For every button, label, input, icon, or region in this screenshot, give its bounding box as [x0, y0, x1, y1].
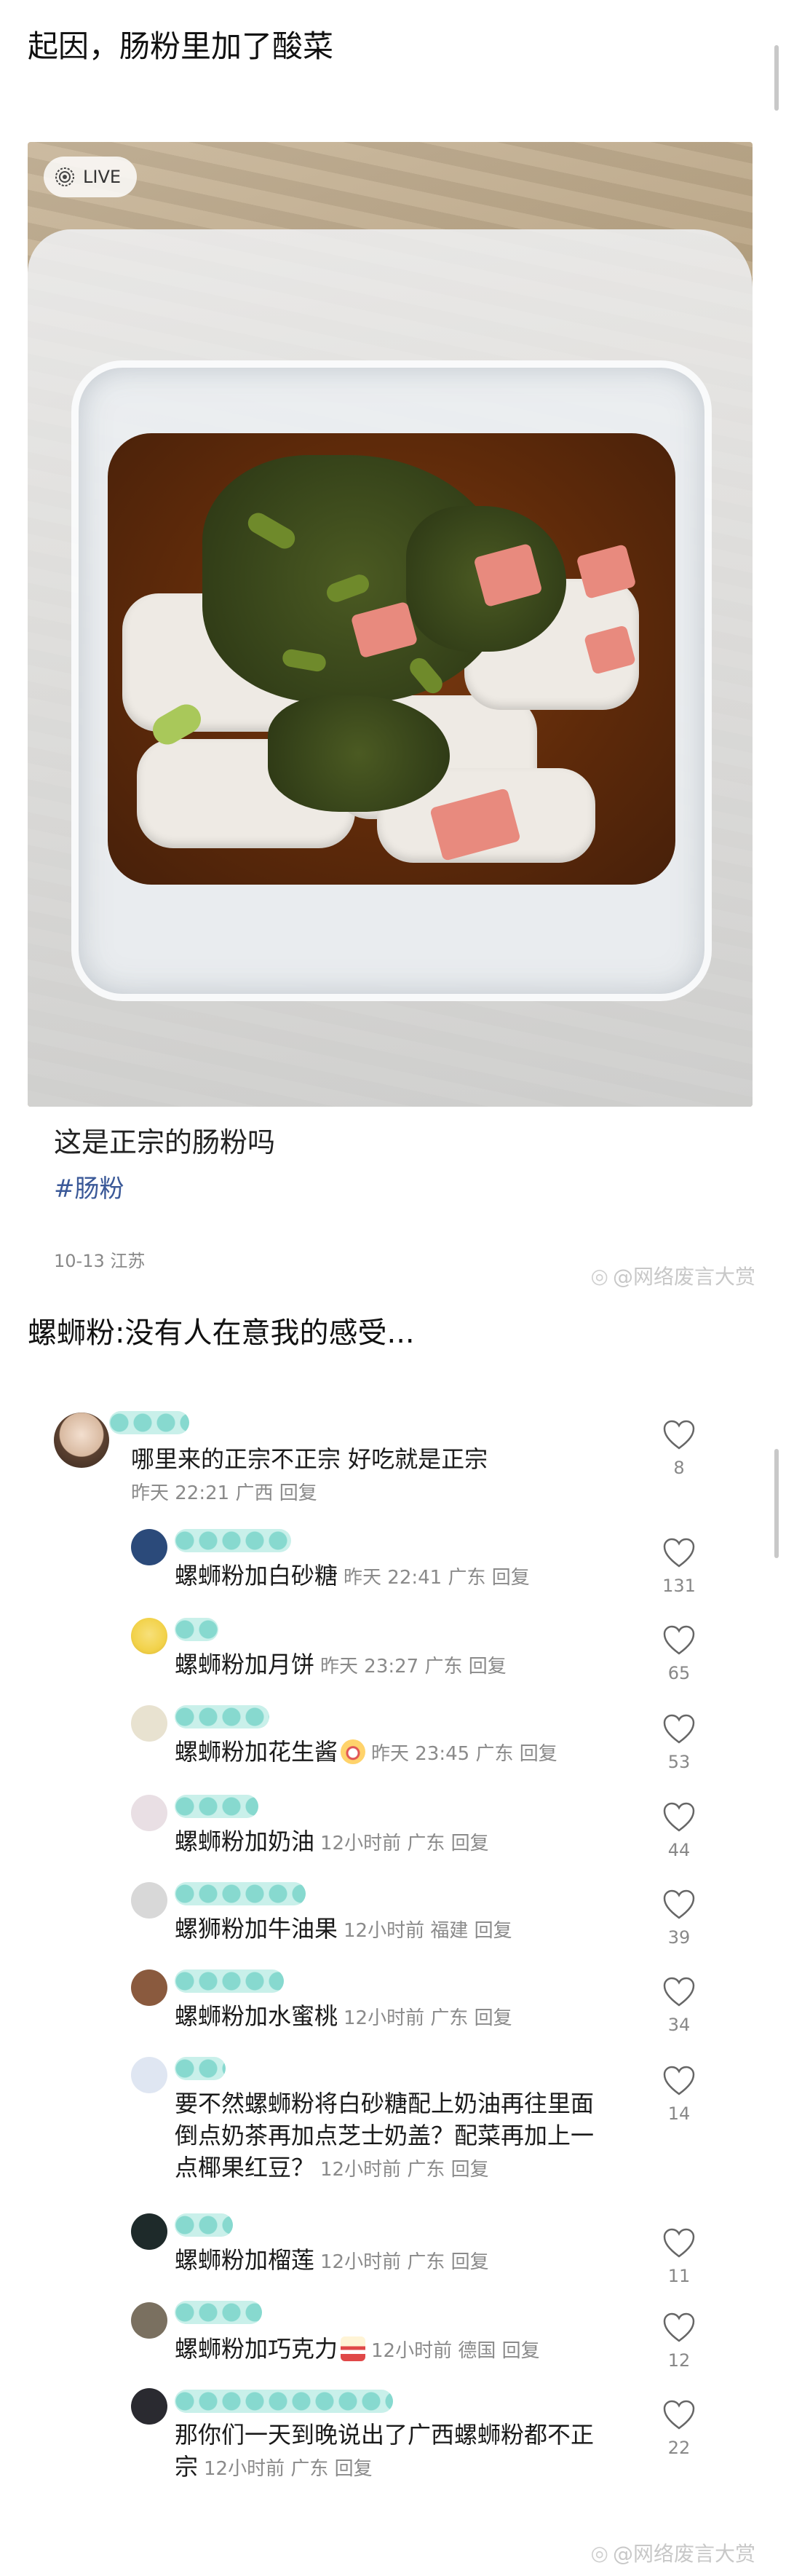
live-label: LIVE [83, 167, 122, 187]
heart-outline-icon[interactable] [662, 2228, 696, 2259]
comment-text: 哪里来的正宗不正宗 好吃就是正宗 [131, 1445, 488, 1473]
avatar[interactable] [131, 1969, 167, 2006]
reply-meta[interactable]: 12小时前 广东 回复 [320, 2251, 489, 2273]
heart-outline-icon[interactable] [662, 1538, 696, 1568]
scrollbar-comments[interactable] [774, 1449, 779, 1558]
heart-outline-icon[interactable] [662, 1625, 696, 1656]
reply-body: 螺蛳粉加榴莲 [175, 2246, 315, 2274]
reply-body-line: 那你们一天到晚说出了广西螺蛳粉都不正 [175, 2421, 595, 2449]
reply-text: 螺蛳粉加月饼 昨天 23:27 广东 回复 [175, 1648, 507, 1683]
weibo-icon: ◎ [590, 1263, 608, 1288]
reply-meta[interactable]: 12小时前 福建 回复 [344, 1920, 512, 1942]
avatar[interactable] [131, 2213, 167, 2250]
like-count: 34 [667, 2015, 691, 2035]
username-redacted[interactable] [109, 1411, 189, 1434]
username-redacted[interactable] [175, 2057, 226, 2080]
heart-outline-icon[interactable] [662, 1889, 696, 1920]
reply-body: 螺蛳粉加水蜜桃 [175, 2002, 338, 2030]
reply-body-line: 点椰果红豆？ [175, 2154, 315, 2181]
scared-face-emoji-icon [341, 1739, 366, 1764]
username-redacted[interactable] [175, 1618, 218, 1641]
section-title: 螺蛳粉:没有人在意我的感受... [28, 1316, 415, 1350]
heart-outline-icon[interactable] [662, 1714, 696, 1745]
reply-meta[interactable]: 昨天 23:27 广东 回复 [320, 1656, 507, 1678]
watermark-text: @网络废言大赏 [612, 2542, 755, 2566]
reply-text: 那你们一天到晚说出了广西螺蛳粉都不正 宗 12小时前 广东 回复 [175, 2419, 594, 2485]
like-count: 12 [667, 2350, 691, 2371]
reply-text: 螺蛳粉加花生酱 昨天 23:45 广东 回复 [175, 1736, 557, 1770]
reply-text: 螺蛳粉加白砂糖 昨天 22:41 广东 回复 [175, 1560, 530, 1594]
weibo-icon: ◎ [590, 2540, 608, 2565]
post-meta: 10-13 江苏 [54, 1251, 146, 1271]
live-photo-icon [54, 166, 76, 188]
avatar[interactable] [131, 1882, 167, 1919]
heart-outline-icon[interactable] [662, 2066, 696, 2096]
like-count: 65 [667, 1663, 691, 1683]
username-redacted[interactable] [175, 2390, 393, 2413]
reply-body-line: 要不然螺蛳粉将白砂糖配上奶油再往里面 [175, 2090, 595, 2117]
reply-text: 螺蛳粉加榴莲 12小时前 广东 回复 [175, 2244, 489, 2278]
reply-body: 螺蛳粉加巧克力 [175, 2335, 338, 2363]
popcorn-emoji-icon [341, 2336, 366, 2361]
username-redacted[interactable] [175, 1529, 291, 1552]
reply-meta[interactable]: 12小时前 德国 回复 [371, 2340, 540, 2362]
live-photo-badge[interactable]: LIVE [44, 157, 138, 197]
username-redacted[interactable] [175, 2301, 262, 2324]
scrollbar-top[interactable] [774, 45, 779, 111]
reply-meta[interactable]: 昨天 23:45 广东 回复 [371, 1743, 557, 1765]
avatar[interactable] [131, 1618, 167, 1654]
avatar[interactable] [131, 1705, 167, 1742]
reply-body-line: 倒点奶茶再加点芝士奶盖？配菜再加上一 [175, 2122, 595, 2149]
page-title: 起因，肠粉里加了酸菜 [28, 28, 334, 64]
like-count: 22 [667, 2438, 691, 2458]
reply-text: 螺蛳粉加水蜜桃 12小时前 广东 回复 [175, 2000, 512, 2034]
reply-meta[interactable]: 12小时前 广东 回复 [204, 2458, 373, 2480]
like-count: 44 [667, 1840, 691, 1860]
heart-outline-icon[interactable] [662, 1977, 696, 2007]
like-count: 131 [662, 1576, 696, 1596]
username-redacted[interactable] [175, 1795, 258, 1818]
watermark: ◎ @网络废言大赏 [591, 1261, 755, 1290]
reply-body: 螺蛳粉加白砂糖 [175, 1562, 338, 1589]
post-caption: 这是正宗的肠粉吗 [54, 1126, 276, 1158]
heart-outline-icon[interactable] [662, 2312, 696, 2343]
avatar[interactable] [54, 1413, 109, 1468]
reply-text: 螺蛳粉加巧克力 12小时前 德国 回复 [175, 2333, 540, 2367]
username-redacted[interactable] [175, 1705, 269, 1728]
heart-outline-icon[interactable] [662, 2400, 696, 2430]
username-redacted[interactable] [175, 2213, 233, 2237]
like-count: 8 [673, 1458, 685, 1478]
reply-meta[interactable]: 昨天 22:41 广东 回复 [344, 1567, 530, 1589]
avatar[interactable] [131, 2388, 167, 2425]
reply-meta[interactable]: 12小时前 广东 回复 [320, 1833, 489, 1854]
reply-text: 螺蛳粉加奶油 12小时前 广东 回复 [175, 1825, 489, 1860]
reply-body: 螺蛳粉加花生酱 [175, 1738, 338, 1766]
reply-body: 螺蛳粉加奶油 [175, 1828, 315, 1855]
post-hashtag-link[interactable]: #肠粉 [54, 1169, 124, 1204]
like-count: 14 [667, 2103, 691, 2124]
heart-outline-icon[interactable] [662, 1420, 696, 1450]
comment-meta[interactable]: 昨天 22:21 广西 回复 [131, 1478, 317, 1505]
reply-body: 螺蛳粉加月饼 [175, 1651, 315, 1678]
like-count: 39 [667, 1927, 691, 1948]
watermark: ◎ @网络废言大赏 [591, 2538, 755, 2567]
like-count: 11 [667, 2266, 691, 2286]
username-redacted[interactable] [175, 1882, 306, 1905]
avatar[interactable] [131, 1529, 167, 1565]
post-photo[interactable] [28, 142, 753, 1107]
avatar[interactable] [131, 2302, 167, 2339]
reply-body: 螺狮粉加牛油果 [175, 1915, 338, 1943]
watermark-text: @网络废言大赏 [612, 1265, 755, 1289]
like-count: 53 [667, 1752, 691, 1772]
reply-text: 要不然螺蛳粉将白砂糖配上奶油再往里面 倒点奶茶再加点芝士奶盖？配菜再加上一 点椰… [175, 2087, 594, 2186]
reply-meta[interactable]: 12小时前 广东 回复 [344, 2007, 512, 2029]
reply-text: 螺狮粉加牛油果 12小时前 福建 回复 [175, 1913, 512, 1947]
reply-body-line: 宗 [175, 2453, 199, 2481]
avatar[interactable] [131, 1795, 167, 1831]
reply-meta[interactable]: 12小时前 广东 回复 [320, 2159, 489, 2181]
username-redacted[interactable] [175, 1969, 284, 1993]
heart-outline-icon[interactable] [662, 1802, 696, 1833]
avatar[interactable] [131, 2057, 167, 2093]
